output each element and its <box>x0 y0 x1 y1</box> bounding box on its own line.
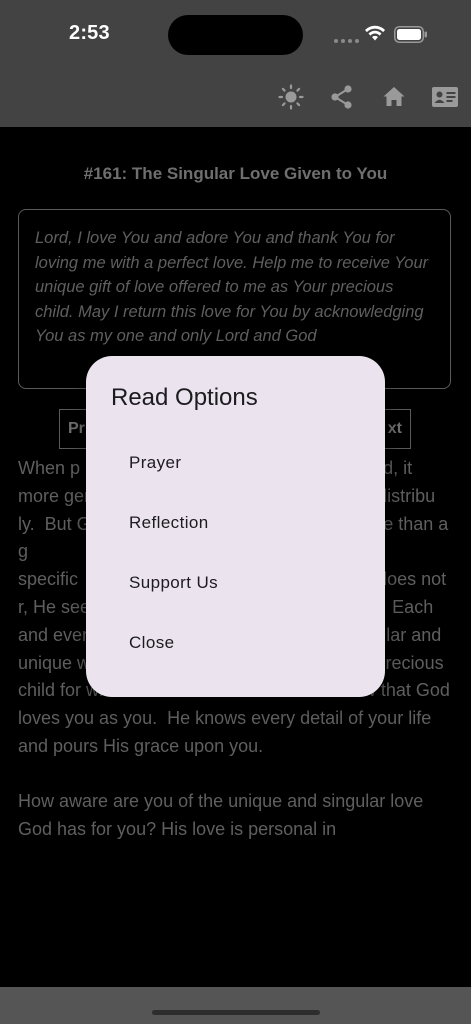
wifi-icon <box>365 25 385 41</box>
status-time: 2:53 <box>69 22 110 44</box>
bottom-bar <box>0 987 471 1024</box>
dialog-title: Read Options <box>111 384 258 411</box>
battery-icon <box>394 26 427 43</box>
cellular-signal-icon <box>334 39 359 43</box>
contact-card-icon[interactable] <box>431 84 459 110</box>
app-bar: 2:53 <box>0 0 471 127</box>
read-options-dialog: Read Options Prayer Reflection Support U… <box>86 356 385 697</box>
reflection-paragraph: How aware are you of the unique and sing… <box>18 790 424 839</box>
option-support-us[interactable]: Support Us <box>129 568 359 598</box>
option-close[interactable]: Close <box>129 628 359 658</box>
home-icon[interactable] <box>381 84 407 110</box>
dynamic-island <box>168 15 303 55</box>
brightness-icon[interactable] <box>278 84 304 110</box>
share-icon[interactable] <box>329 84 355 110</box>
home-indicator[interactable] <box>152 1010 320 1015</box>
option-reflection[interactable]: Reflection <box>129 508 359 538</box>
option-prayer[interactable]: Prayer <box>129 448 359 478</box>
page-title: #161: The Singular Love Given to You <box>83 164 388 183</box>
